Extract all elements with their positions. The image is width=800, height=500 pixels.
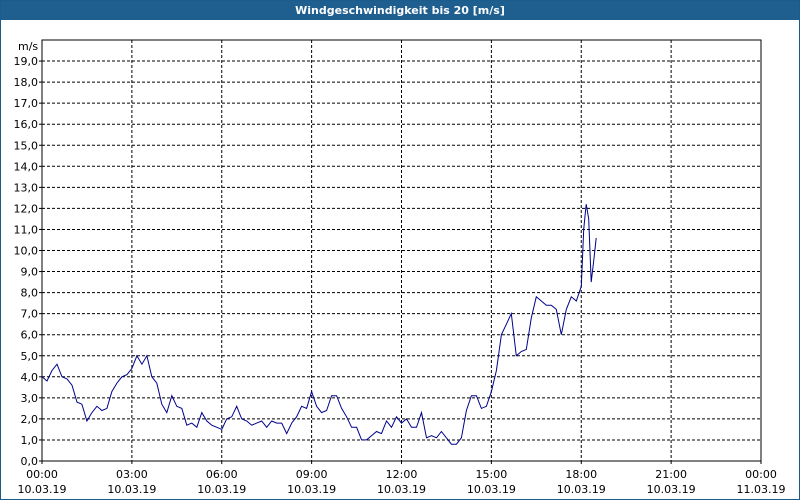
x-axis-ticks: 00:00 10.03.19 03:00 10.03.19 06:00 10.03.19 0…	[18, 461, 786, 496]
x-tick-date: 11.03.19	[737, 483, 786, 496]
y-tick-label: 2,0	[21, 413, 39, 426]
y-tick-label: 17,0	[14, 97, 39, 110]
x-tick-date: 10.03.19	[287, 483, 336, 496]
y-tick-label: 0,0	[21, 455, 39, 468]
y-tick-label: 14,0	[14, 160, 39, 173]
x-tick-time: 18:00	[565, 468, 597, 481]
y-tick-label: 15,0	[14, 139, 39, 152]
x-tick-date: 10.03.19	[467, 483, 516, 496]
y-tick-label: 4,0	[21, 371, 39, 384]
x-tick-date: 10.03.19	[557, 483, 606, 496]
x-tick-date: 10.03.19	[18, 483, 67, 496]
wind-speed-chart: 0,0 1,0 2,0 3,0 4,0 5,0 6,0 7,0 8,0 9,0 10,0 11,0 12…	[14, 39, 786, 496]
y-tick-label: 12,0	[14, 202, 39, 215]
y-tick-label: 13,0	[14, 181, 39, 194]
y-tick-label: 19,0	[14, 55, 39, 68]
y-tick-label: 9,0	[21, 266, 39, 279]
y-tick-label: 5,0	[21, 350, 39, 363]
y-axis-ticks: 0,0 1,0 2,0 3,0 4,0 5,0 6,0 7,0 8,0 9,0 10,0 11,0 12…	[14, 55, 42, 468]
x-tick-time: 00:00	[745, 468, 777, 481]
y-tick-label: 3,0	[21, 392, 39, 405]
x-tick-date: 10.03.19	[377, 483, 426, 496]
x-tick-time: 06:00	[206, 468, 238, 481]
x-tick-time: 12:00	[386, 468, 418, 481]
x-tick-time: 00:00	[26, 468, 58, 481]
y-tick-label: 1,0	[21, 434, 39, 447]
y-tick-label: 10,0	[14, 245, 39, 258]
y-tick-label: 16,0	[14, 118, 39, 131]
y-tick-label: 7,0	[21, 308, 39, 321]
y-tick-label: 6,0	[21, 329, 39, 342]
y-tick-label: 18,0	[14, 76, 39, 89]
x-tick-time: 03:00	[116, 468, 148, 481]
y-axis-label: m/s	[18, 40, 38, 53]
x-tick-time: 21:00	[655, 468, 687, 481]
y-tick-label: 8,0	[21, 287, 39, 300]
x-tick-date: 10.03.19	[107, 483, 156, 496]
x-tick-date: 10.03.19	[647, 483, 696, 496]
x-tick-date: 10.03.19	[197, 483, 246, 496]
x-tick-time: 15:00	[476, 468, 508, 481]
y-tick-label: 11,0	[14, 223, 39, 236]
x-tick-time: 09:00	[296, 468, 328, 481]
